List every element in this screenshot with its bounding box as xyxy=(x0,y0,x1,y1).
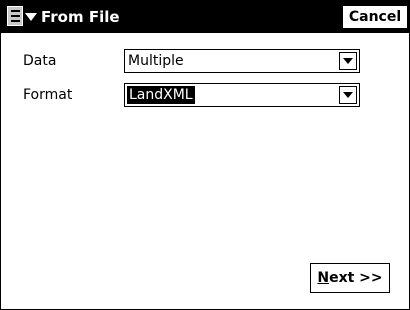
start-menu-icon[interactable] xyxy=(7,6,23,26)
data-select[interactable]: Multiple xyxy=(124,49,360,73)
title-bar: From File Cancel xyxy=(1,1,409,33)
format-label: Format xyxy=(23,87,73,103)
chevron-down-icon[interactable] xyxy=(25,13,37,21)
cancel-button[interactable]: Cancel xyxy=(342,5,408,29)
format-select[interactable]: LandXML xyxy=(124,83,360,107)
chevron-down-icon xyxy=(343,58,353,64)
next-button-mnemonic: N xyxy=(317,270,330,286)
data-select-value: Multiple xyxy=(128,53,184,69)
page-title: From File xyxy=(41,8,120,26)
screen: From File Cancel Data Multiple Format La… xyxy=(0,0,410,310)
format-select-value: LandXML xyxy=(127,86,195,104)
data-dropdown-button[interactable] xyxy=(339,52,357,70)
format-dropdown-button[interactable] xyxy=(339,86,357,104)
chevron-down-icon xyxy=(343,92,353,98)
next-button[interactable]: Next >> xyxy=(310,263,390,293)
next-button-label: ext >> xyxy=(329,270,383,286)
data-label: Data xyxy=(23,53,57,69)
